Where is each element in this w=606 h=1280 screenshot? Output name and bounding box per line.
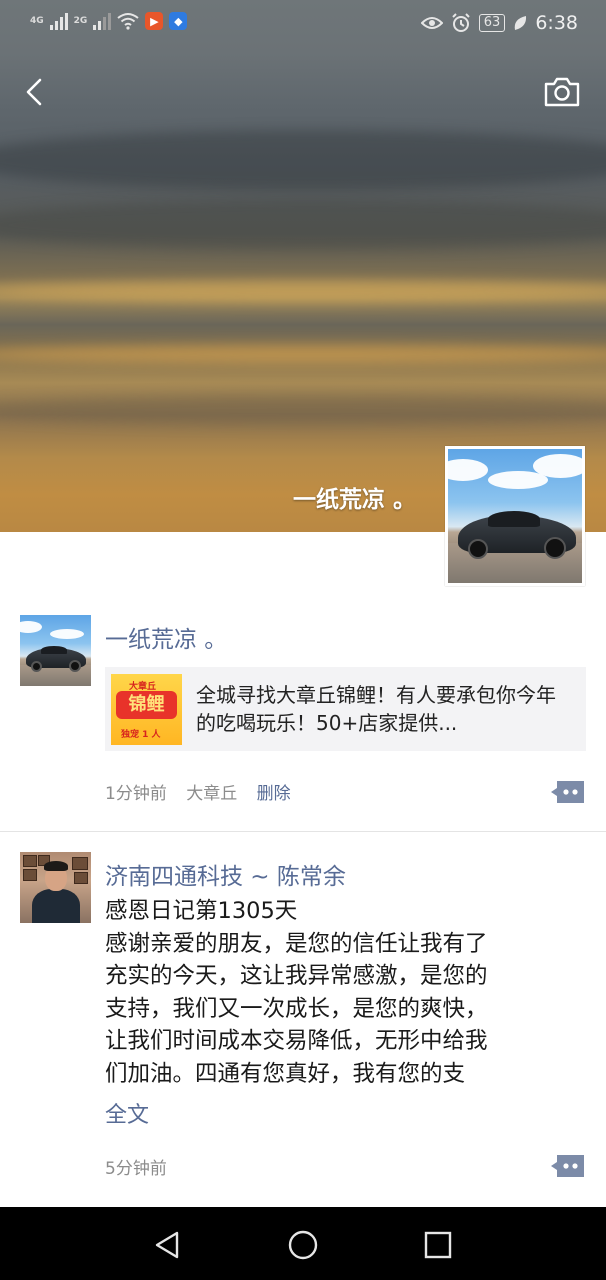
square-recents-icon <box>424 1231 452 1259</box>
wifi-icon <box>117 13 139 30</box>
post-avatar[interactable] <box>20 852 91 923</box>
thumb-bottom-text: 独宠 1 人 <box>121 730 161 740</box>
cloud-band <box>0 395 606 425</box>
network-type-2: 2G <box>73 16 88 26</box>
shield-app-icon: ◆ <box>169 12 188 30</box>
signal-icon <box>93 12 112 30</box>
camera-button[interactable] <box>542 72 582 112</box>
circle-home-icon <box>288 1230 318 1260</box>
cloud-band <box>0 200 606 250</box>
link-title: 全城寻找大章丘锦鲤！有人要承包你今年的吃喝玩乐！50+店家提供... <box>196 683 556 735</box>
comment-more-button[interactable] <box>550 779 586 805</box>
video-app-icon: ▶ <box>145 12 164 30</box>
post-meta: 1分钟前 大章丘 删除 <box>105 779 305 804</box>
post-time: 5分钟前 <box>105 1159 167 1179</box>
signal-icon <box>49 12 68 30</box>
leaf-icon <box>515 16 527 30</box>
post-location[interactable]: 大章丘 <box>186 784 237 804</box>
cloud-band <box>0 130 606 190</box>
status-bar: 4G 2G ▶ ◆ 63 6:38 <box>0 0 606 50</box>
profile-avatar[interactable] <box>445 446 585 586</box>
comment-more-button[interactable] <box>550 1153 586 1179</box>
cover-user-name[interactable]: 一纸荒凉 。 <box>293 480 416 514</box>
post-text-line: 充实的今天，这让我异常感激，是您的 <box>105 963 488 989</box>
post-text-line: 感谢亲爱的朋友，是您的信任让我有了 <box>105 930 488 957</box>
thumb-main-text: 锦鲤 <box>116 691 177 719</box>
system-navigation-bar <box>0 1207 606 1280</box>
post-avatar[interactable] <box>20 615 91 686</box>
post-text-line: 让我们时间成本交易降低，无形中给我 <box>105 1028 488 1054</box>
sunset-band <box>0 280 606 302</box>
post-time: 1分钟前 <box>105 784 167 804</box>
chevron-left-icon <box>26 78 42 106</box>
nav-back-button[interactable] <box>148 1225 188 1265</box>
battery-indicator: 63 <box>478 14 506 32</box>
network-type-1: 4G <box>30 16 44 26</box>
post-author-name[interactable]: 一纸荒凉 。 <box>105 620 227 654</box>
comment-more-icon <box>551 1155 584 1177</box>
full-text-link[interactable]: 全文 <box>105 1097 149 1129</box>
sunset-band <box>0 345 606 363</box>
nav-home-button[interactable] <box>283 1225 323 1265</box>
alarm-icon <box>452 13 470 32</box>
car-photo <box>448 449 582 583</box>
post-meta: 5分钟前 <box>105 1154 181 1179</box>
post-author-name[interactable]: 济南四通科技 ~ 陈常余 <box>105 857 346 891</box>
triangle-back-icon <box>155 1231 179 1259</box>
eye-icon <box>420 17 443 29</box>
comment-more-icon <box>551 781 584 803</box>
post-divider <box>0 831 606 832</box>
delete-button[interactable]: 删除 <box>257 784 291 804</box>
post-text: 感恩日记第1305天 感谢亲爱的朋友，是您的信任让我有了 充实的今天，这让我异常… <box>105 895 585 1090</box>
camera-icon <box>544 77 580 107</box>
back-button[interactable] <box>20 72 60 112</box>
person-photo <box>20 852 91 923</box>
link-thumbnail: 大章丘 锦鲤 独宠 1 人 <box>111 674 182 745</box>
shared-link-card[interactable]: 大章丘 锦鲤 独宠 1 人 全城寻找大章丘锦鲤！有人要承包你今年的吃喝玩乐！50… <box>105 667 586 751</box>
clock: 6:38 <box>535 12 578 34</box>
post-text-line: 支持，我们又一次成长，是您的爽快， <box>105 995 488 1022</box>
post-text-line: 感恩日记第1305天 <box>105 898 298 924</box>
nav-recents-button[interactable] <box>418 1225 458 1265</box>
post-text-line: 们加油。四通有您真好，我有您的支 <box>105 1060 466 1087</box>
car-photo <box>20 615 91 686</box>
